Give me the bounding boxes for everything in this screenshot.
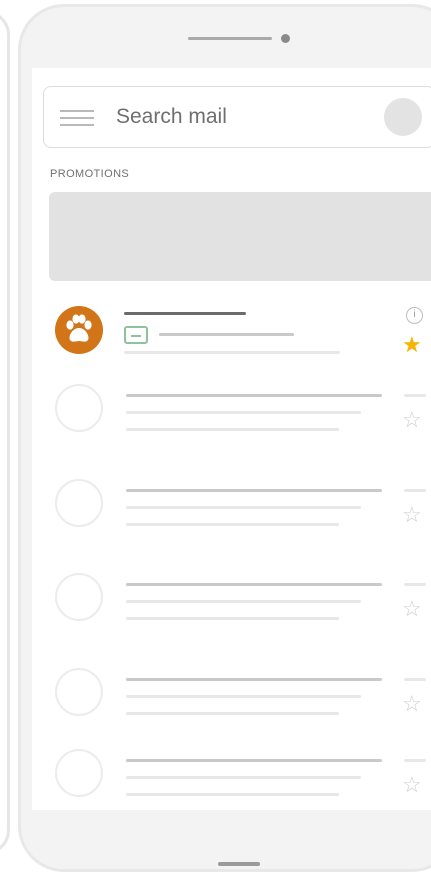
date-line	[404, 759, 426, 762]
star-empty-icon[interactable]: ☆	[402, 598, 422, 620]
promotion-banner-placeholder[interactable]	[49, 192, 431, 281]
phone-speaker	[188, 37, 272, 40]
stage: Search mail PROMOTIONS i ★ ☆ ☆ ☆ ☆ ☆	[0, 0, 431, 874]
sender-line	[124, 312, 246, 315]
account-avatar[interactable]	[384, 98, 422, 136]
sender-avatar-placeholder	[55, 668, 103, 716]
date-line	[404, 583, 426, 586]
list-item[interactable]: ☆	[32, 747, 431, 810]
subject-line	[126, 411, 361, 414]
sender-line	[126, 759, 382, 762]
subject-line	[126, 506, 361, 509]
subject-line	[126, 695, 361, 698]
subject-line	[126, 600, 361, 603]
phone-screen: Search mail PROMOTIONS i ★ ☆ ☆ ☆ ☆ ☆	[32, 68, 431, 810]
list-item[interactable]: ☆	[32, 666, 431, 746]
adjacent-device-frame	[0, 10, 10, 855]
sender-avatar-placeholder	[55, 749, 103, 797]
date-line	[404, 394, 426, 397]
sender-line	[126, 678, 382, 681]
snippet-line	[126, 712, 339, 715]
sender-avatar	[55, 306, 103, 354]
info-icon[interactable]: i	[406, 307, 423, 324]
subject-line	[159, 333, 294, 336]
snippet-line	[126, 793, 339, 796]
date-line	[404, 489, 426, 492]
home-indicator[interactable]	[218, 862, 260, 866]
sender-avatar-placeholder	[55, 384, 103, 432]
list-item[interactable]: ☆	[32, 477, 431, 557]
paw-print-icon	[66, 314, 92, 342]
sender-line	[126, 583, 382, 586]
subject-line	[126, 776, 361, 779]
star-empty-icon[interactable]: ☆	[402, 504, 422, 526]
snippet-line	[126, 617, 339, 620]
snippet-line	[126, 428, 339, 431]
search-input[interactable]: Search mail	[116, 105, 227, 129]
star-empty-icon[interactable]: ☆	[402, 409, 422, 431]
sender-avatar-placeholder	[55, 479, 103, 527]
sender-avatar-placeholder	[55, 573, 103, 621]
section-label-promotions: PROMOTIONS	[50, 168, 130, 180]
list-item[interactable]: i ★	[32, 304, 431, 384]
snippet-line	[124, 351, 340, 354]
list-item[interactable]: ☆	[32, 571, 431, 651]
star-filled-icon[interactable]: ★	[402, 334, 422, 356]
hamburger-menu-icon[interactable]	[60, 107, 94, 129]
search-bar[interactable]: Search mail	[43, 86, 431, 148]
star-empty-icon[interactable]: ☆	[402, 693, 422, 715]
phone-camera	[281, 34, 290, 43]
sender-line	[126, 394, 382, 397]
promo-tag-icon	[124, 326, 148, 344]
snippet-line	[126, 523, 339, 526]
date-line	[404, 678, 426, 681]
sender-line	[126, 489, 382, 492]
list-item[interactable]: ☆	[32, 382, 431, 462]
star-empty-icon[interactable]: ☆	[402, 774, 422, 796]
